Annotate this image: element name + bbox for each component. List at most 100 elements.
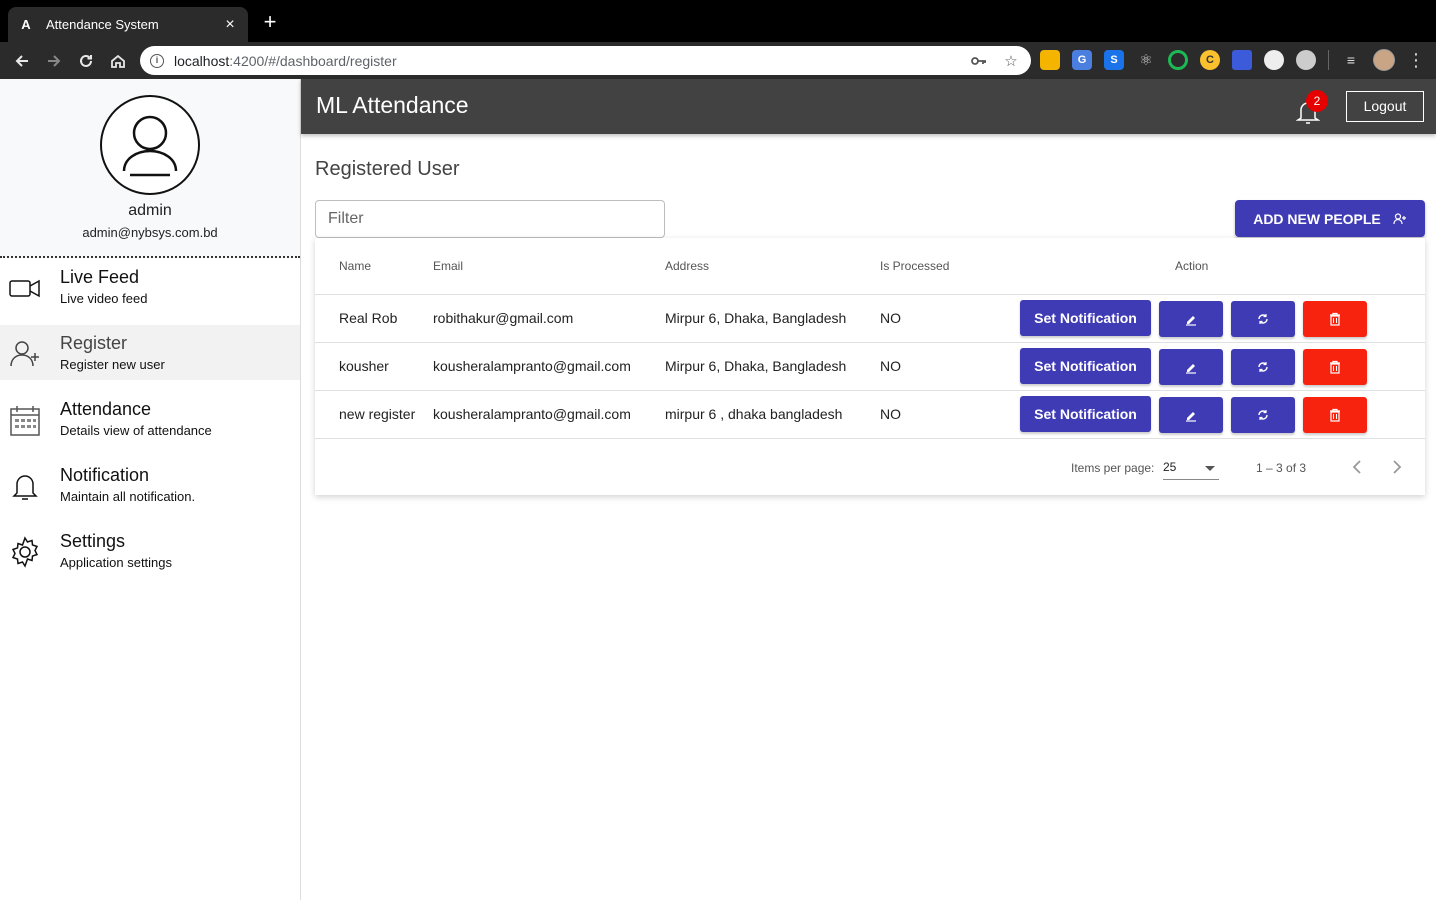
browser-profile-avatar[interactable] (1373, 49, 1395, 71)
sidebar-item-title: Live Feed (60, 267, 140, 287)
previous-page-button[interactable] (1345, 455, 1369, 479)
page-title: Registered User (315, 158, 460, 180)
sidebar: admin admin@nybsys.com.bd Live Feed Live… (0, 79, 301, 900)
cell-name: Real Rob (339, 310, 398, 326)
set-notification-button[interactable]: Set Notification (1020, 396, 1151, 432)
table-row: Real Rob robithakur@gmail.com Mirpur 6, … (315, 294, 1425, 342)
forward-button[interactable] (38, 45, 70, 77)
reprocess-button[interactable] (1231, 301, 1295, 337)
column-header-email[interactable]: Email (433, 259, 463, 273)
set-notification-button[interactable]: Set Notification (1020, 348, 1151, 384)
logout-button[interactable]: Logout (1346, 91, 1424, 122)
cell-name: new register (339, 406, 416, 422)
green-ring-extension-icon[interactable] (1168, 50, 1188, 70)
cell-address: mirpur 6 , dhaka bangladesh (665, 406, 843, 422)
browser-toolbar: i localhost:4200/#/dashboard/register ☆ … (0, 42, 1436, 79)
sidebar-item-live-feed[interactable]: Live Feed Live video feed (0, 259, 300, 314)
app-title: ML Attendance (316, 92, 469, 118)
edit-button[interactable] (1159, 397, 1223, 433)
chevron-left-icon (1352, 460, 1361, 474)
tab-title: Attendance System (46, 17, 159, 32)
dropdown-caret-icon (1205, 466, 1215, 471)
delete-button[interactable] (1303, 397, 1367, 433)
angular-favicon-icon: A (21, 17, 31, 32)
extensions-bar: G S ⚛ C ≡ ⋮ (1040, 48, 1425, 72)
column-header-name[interactable]: Name (339, 259, 371, 273)
cell-email: kousheralampranto@gmail.com (433, 358, 631, 374)
profile-email: admin@nybsys.com.bd (82, 225, 218, 240)
sidebar-item-title: Attendance (60, 399, 152, 419)
toolbar-divider (1328, 50, 1329, 70)
key-icon[interactable] (969, 51, 989, 71)
sidebar-item-subtitle: Details view of attendance (60, 423, 212, 438)
edit-button[interactable] (1159, 349, 1223, 385)
graduation-extension-icon[interactable] (1232, 50, 1252, 70)
back-button[interactable] (6, 45, 38, 77)
paginator: Items per page: 25 1 – 3 of 3 (315, 438, 1425, 495)
new-tab-button[interactable]: + (258, 10, 282, 34)
keep-extension-icon[interactable] (1040, 50, 1060, 70)
bookmark-star-icon[interactable]: ☆ (1001, 51, 1021, 71)
users-table: Name Email Address Is Processed Action R… (315, 238, 1425, 495)
refresh-icon (1258, 410, 1268, 420)
tab-close-icon[interactable]: × (222, 16, 238, 34)
cell-address: Mirpur 6, Dhaka, Bangladesh (665, 310, 847, 326)
items-per-page-label: Items per page: (1071, 461, 1155, 475)
column-header-action: Action (1175, 259, 1209, 273)
edit-button[interactable] (1159, 301, 1223, 337)
home-button[interactable] (102, 45, 134, 77)
browser-tab[interactable]: A Attendance System × (8, 7, 248, 42)
add-new-people-label: ADD NEW PEOPLE (1253, 210, 1381, 227)
react-devtools-icon[interactable]: ⚛ (1136, 50, 1156, 70)
trash-icon (1330, 408, 1340, 422)
app-header: ML Attendance 2 Logout (301, 79, 1436, 134)
s-extension-icon[interactable]: S (1104, 50, 1124, 70)
media-playlist-icon[interactable]: ≡ (1341, 50, 1361, 70)
next-page-button[interactable] (1385, 455, 1409, 479)
cell-email: robithakur@gmail.com (433, 310, 574, 326)
trash-icon (1330, 312, 1340, 326)
pencil-icon (1186, 412, 1196, 422)
translate-extension-icon[interactable]: G (1072, 50, 1092, 70)
refresh-icon (1258, 362, 1268, 372)
c-extension-icon[interactable]: C (1200, 50, 1220, 70)
reload-button[interactable] (70, 45, 102, 77)
notification-count-badge: 2 (1306, 90, 1328, 112)
reprocess-button[interactable] (1231, 349, 1295, 385)
url-host: localhost (174, 52, 230, 69)
url-text[interactable]: localhost:4200/#/dashboard/register (174, 53, 957, 69)
compass-extension-icon[interactable] (1296, 50, 1316, 70)
page-size-select[interactable]: 25 (1163, 458, 1219, 480)
video-camera-icon (9, 279, 40, 298)
chevron-right-icon (1393, 460, 1402, 474)
cell-email: kousheralampranto@gmail.com (433, 406, 631, 422)
filter-input[interactable] (315, 200, 665, 238)
column-header-is-processed[interactable]: Is Processed (880, 259, 949, 273)
add-new-people-button[interactable]: ADD NEW PEOPLE (1235, 200, 1425, 237)
cell-processed: NO (880, 358, 901, 374)
set-notification-button[interactable]: Set Notification (1020, 300, 1151, 336)
dots-extension-icon[interactable] (1264, 50, 1284, 70)
sidebar-item-register[interactable]: Register Register new user (0, 325, 300, 380)
delete-button[interactable] (1303, 349, 1367, 385)
site-info-icon[interactable]: i (150, 53, 164, 68)
sidebar-item-subtitle: Live video feed (60, 291, 148, 306)
refresh-icon (1258, 314, 1268, 324)
reprocess-button[interactable] (1231, 397, 1295, 433)
sidebar-item-attendance[interactable]: Attendance Details view of attendance (0, 391, 300, 446)
table-row: new register kousheralampranto@gmail.com… (315, 390, 1425, 438)
add-user-icon (10, 341, 39, 367)
delete-button[interactable] (1303, 301, 1367, 337)
browser-menu-icon[interactable]: ⋮ (1407, 50, 1425, 71)
sidebar-item-notification[interactable]: Notification Maintain all notification. (0, 457, 300, 512)
column-header-address[interactable]: Address (665, 259, 709, 273)
sidebar-item-subtitle: Application settings (60, 555, 173, 570)
sidebar-item-settings[interactable]: Settings Application settings (0, 523, 300, 578)
bell-icon (12, 475, 38, 500)
address-bar[interactable]: i localhost:4200/#/dashboard/register ☆ (140, 46, 1031, 75)
sidebar-item-title: Settings (60, 531, 126, 551)
page-range-label: 1 – 3 of 3 (1256, 461, 1307, 475)
add-user-icon (1393, 212, 1406, 224)
pencil-icon (1186, 316, 1196, 326)
calendar-icon (10, 406, 40, 436)
